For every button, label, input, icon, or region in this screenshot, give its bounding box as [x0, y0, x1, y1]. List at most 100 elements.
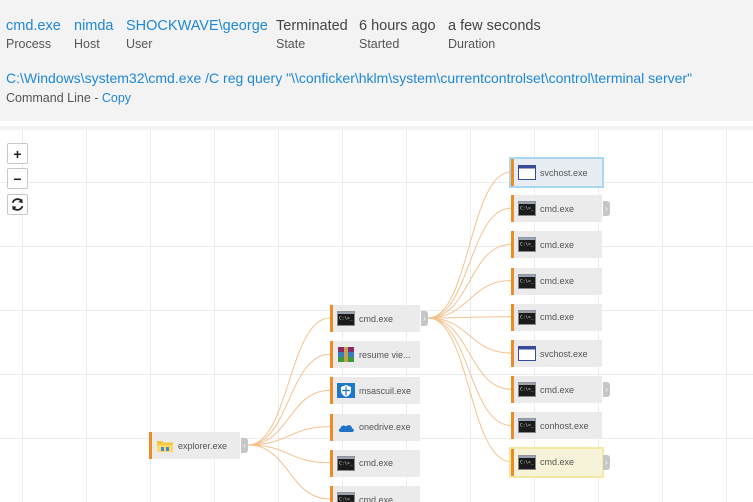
process-node-level1[interactable]: C:\>_ cmd.exe [330, 486, 420, 502]
tree-link-root-child [247, 353, 331, 446]
copy-link[interactable]: Copy [102, 91, 131, 105]
process-node-level2[interactable]: svchost.exe [511, 340, 602, 367]
expand-node-handle[interactable]: › [421, 311, 428, 326]
process-node-level1[interactable]: C:\>_ cmd.exe [330, 449, 420, 477]
process-node-level1[interactable]: resume vie... [330, 341, 420, 369]
console-icon: C:\>_ [337, 455, 355, 471]
command-line-value[interactable]: C:\Windows\system32\cmd.exe /C reg query… [6, 70, 692, 86]
expand-node-handle[interactable]: › [603, 201, 610, 217]
started-label: Started [359, 37, 400, 51]
explorer-folder-icon [156, 438, 174, 453]
process-node-level1[interactable]: msascuil.exe [330, 377, 420, 405]
window-icon [518, 346, 536, 361]
duration-field: a few seconds Duration [448, 18, 541, 51]
host-label: Host [74, 37, 100, 51]
process-node-name: onedrive.exe [359, 422, 411, 433]
process-node-level1[interactable]: onedrive.exe [330, 413, 420, 441]
tree-link-root-child [247, 317, 331, 446]
process-node-name: cmd.exe [540, 457, 575, 468]
process-node-level2[interactable]: C:\>_ conhost.exe [511, 412, 602, 440]
process-node-name: svchost.exe [540, 167, 588, 178]
process-node-level2[interactable]: C:\>_ cmd.exe › [509, 446, 610, 478]
svg-text:C:\>_: C:\>_ [520, 278, 534, 284]
tree-link-root-child [247, 444, 331, 464]
onedrive-cloud-icon [337, 420, 355, 435]
host-value[interactable]: nimda [74, 18, 114, 34]
svg-text:C:\>_: C:\>_ [339, 316, 353, 322]
zoom-out-button[interactable]: − [7, 168, 28, 189]
process-field: cmd.exe Process [6, 18, 61, 51]
svg-text:C:\>_: C:\>_ [520, 459, 534, 465]
process-node-name: cmd.exe [540, 384, 575, 395]
archive-icon [337, 347, 355, 363]
window-icon [518, 165, 536, 180]
console-icon: C:\>_ [337, 492, 355, 502]
process-node-level2[interactable]: svchost.exe [509, 157, 604, 188]
svg-text:C:\>_: C:\>_ [520, 387, 534, 393]
svg-text:C:\>_: C:\>_ [520, 206, 534, 212]
state-value: Terminated [276, 18, 348, 34]
console-icon: C:\>_ [518, 237, 536, 253]
user-label: User [126, 37, 153, 51]
refresh-icon [11, 198, 24, 211]
process-node-name: cmd.exe [540, 312, 575, 323]
expand-node-handle[interactable]: › [603, 454, 610, 470]
process-node-level2[interactable]: C:\>_ cmd.exe › [511, 376, 610, 404]
process-node-name: msascuil.exe [359, 385, 412, 396]
tree-link-root-child [247, 444, 331, 500]
console-icon: C:\>_ [518, 201, 536, 217]
process-node-level2[interactable]: C:\>_ cmd.exe [511, 231, 602, 259]
process-node-name: cmd.exe [540, 276, 575, 287]
process-header: cmd.exe Process nimda Host SHOCKWAVE\geo… [0, 0, 753, 121]
defender-shield-icon [337, 383, 355, 399]
console-icon: C:\>_ [518, 273, 536, 289]
tree-link-cmd-child [427, 243, 512, 319]
process-node-level1[interactable]: C:\>_ cmd.exe › [330, 305, 428, 332]
process-node-level2[interactable]: C:\>_ cmd.exe › [511, 195, 610, 223]
expand-node-handle[interactable]: › [603, 382, 610, 398]
process-node-name: cmd.exe [359, 313, 394, 324]
process-node-name: cmd.exe [540, 239, 575, 250]
user-field: SHOCKWAVE\george User [126, 18, 268, 51]
process-node-name: resume vie... [359, 349, 411, 360]
svg-text:C:\>_: C:\>_ [520, 423, 534, 429]
state-field: Terminated State [276, 18, 348, 51]
process-label: Process [6, 37, 52, 51]
reset-view-button[interactable] [7, 194, 28, 215]
process-node-name: explorer.exe [178, 440, 228, 451]
tree-link-cmd-child [427, 171, 512, 319]
console-icon: C:\>_ [518, 418, 536, 434]
svg-text:C:\>_: C:\>_ [520, 242, 534, 248]
svg-text:C:\>_: C:\>_ [520, 314, 534, 320]
tree-link-cmd-child [427, 317, 512, 426]
tree-link-cmd-child [427, 207, 512, 319]
process-node-name: cmd.exe [359, 494, 394, 502]
process-node-level2[interactable]: C:\>_ cmd.exe [511, 303, 602, 331]
svg-text:C:\>_: C:\>_ [339, 460, 353, 466]
zoom-in-button[interactable]: + [7, 143, 28, 164]
tree-link-cmd-child [427, 317, 512, 390]
duration-label: Duration [448, 37, 496, 51]
process-node-name: cmd.exe [540, 203, 575, 214]
started-field: 6 hours ago Started [359, 18, 436, 51]
host-field: nimda Host [74, 18, 114, 51]
process-node-level2[interactable]: C:\>_ cmd.exe [511, 267, 602, 295]
console-icon: C:\>_ [337, 311, 355, 326]
started-value: 6 hours ago [359, 18, 436, 34]
command-line-label-text: Command Line - [6, 91, 102, 105]
console-icon: C:\>_ [518, 454, 536, 470]
process-node-name: conhost.exe [540, 420, 589, 431]
process-node-root[interactable]: explorer.exe › [149, 432, 248, 459]
svg-text:C:\>_: C:\>_ [339, 497, 353, 502]
process-node-name: svchost.exe [540, 348, 588, 359]
console-icon: C:\>_ [518, 309, 536, 325]
duration-value: a few seconds [448, 18, 541, 34]
expand-node-handle[interactable]: › [241, 438, 248, 453]
tree-link-cmd-child [427, 317, 512, 463]
process-value[interactable]: cmd.exe [6, 18, 61, 34]
process-node-name: cmd.exe [359, 458, 394, 469]
process-tree-canvas[interactable]: + − explorer.exe › C:\>_ cmd.exe › resume vie… [0, 130, 753, 502]
user-value[interactable]: SHOCKWAVE\george [126, 18, 268, 34]
console-icon: C:\>_ [518, 382, 536, 398]
command-line-label: Command Line - Copy [6, 91, 131, 105]
